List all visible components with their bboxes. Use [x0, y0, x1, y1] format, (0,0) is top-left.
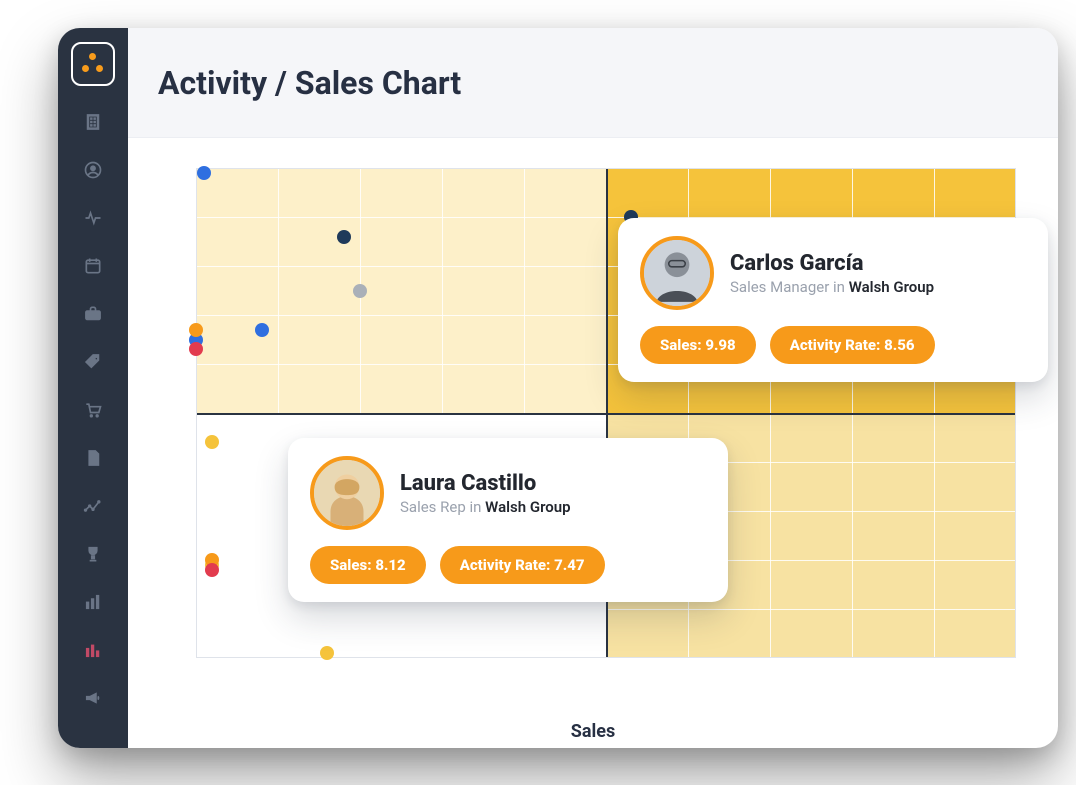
scatter-point[interactable] — [337, 230, 351, 244]
cart-icon[interactable] — [81, 398, 105, 422]
app-logo[interactable] — [71, 42, 115, 86]
activity-pill: Activity Rate8.56 — [770, 326, 935, 364]
person-name: Carlos García — [730, 251, 934, 276]
person-card-carlos[interactable]: Carlos García Sales Manager in Walsh Gro… — [618, 218, 1048, 382]
scatter-point[interactable] — [320, 646, 334, 660]
person-role: Sales Rep — [400, 498, 466, 516]
pulse-icon[interactable] — [81, 206, 105, 230]
building-icon[interactable] — [81, 110, 105, 134]
briefcase-icon[interactable] — [81, 302, 105, 326]
avatar — [310, 456, 384, 530]
scatter-point[interactable] — [197, 166, 211, 180]
app-frame: Activity / Sales Chart Activity Indicato… — [58, 28, 1058, 748]
bar-chart-highlight-icon[interactable] — [81, 638, 105, 662]
calendar-icon[interactable] — [81, 254, 105, 278]
main-panel: Activity / Sales Chart Activity Indicato… — [128, 28, 1058, 748]
sales-pill: Sales8.12 — [310, 546, 426, 584]
trophy-icon[interactable] — [81, 542, 105, 566]
sales-pill: Sales9.98 — [640, 326, 756, 364]
scatter-point[interactable] — [205, 435, 219, 449]
megaphone-icon[interactable] — [81, 686, 105, 710]
scatter-point[interactable] — [353, 284, 367, 298]
chart-area: Activity Indicator Sales — [128, 138, 1058, 748]
tag-icon[interactable] — [81, 350, 105, 374]
page-title: Activity / Sales Chart — [158, 64, 461, 102]
avatar — [640, 236, 714, 310]
person-subtitle: Sales Manager in Walsh Group — [730, 278, 934, 296]
scatter-point[interactable] — [189, 323, 203, 337]
x-axis-label: Sales — [571, 721, 615, 742]
page-header: Activity / Sales Chart — [128, 28, 1058, 138]
midline-horizontal — [196, 413, 1016, 415]
person-company: Walsh Group — [485, 498, 570, 516]
bar-chart-icon[interactable] — [81, 590, 105, 614]
logo-dots-icon — [82, 53, 104, 75]
trend-icon[interactable] — [81, 494, 105, 518]
person-role: Sales Manager — [730, 278, 829, 296]
person-subtitle: Sales Rep in Walsh Group — [400, 498, 571, 516]
document-icon[interactable] — [81, 446, 105, 470]
person-name: Laura Castillo — [400, 471, 571, 496]
person-company: Walsh Group — [849, 278, 934, 296]
activity-pill: Activity Rate7.47 — [440, 546, 605, 584]
sidebar — [58, 28, 128, 748]
person-card-laura[interactable]: Laura Castillo Sales Rep in Walsh Group … — [288, 438, 728, 602]
user-circle-icon[interactable] — [81, 158, 105, 182]
scatter-point[interactable] — [255, 323, 269, 337]
scatter-point[interactable] — [205, 563, 219, 577]
scatter-point[interactable] — [189, 342, 203, 356]
